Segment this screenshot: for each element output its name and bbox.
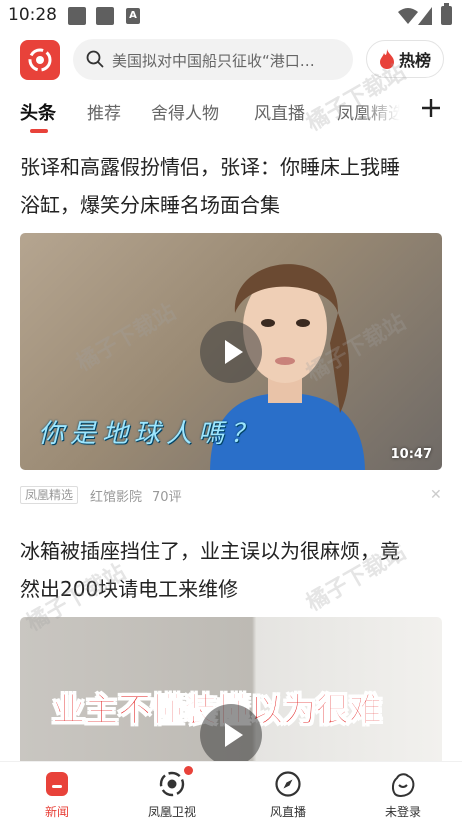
nav-live[interactable]: 风直播: [243, 762, 333, 823]
wifi-icon: [398, 8, 418, 24]
nav-label: 风直播: [269, 805, 306, 819]
user-icon: [391, 773, 415, 798]
article-meta: 凤凰精选 红馆影院 70评: [20, 486, 182, 505]
notification-icon: [68, 7, 86, 25]
text-notification-icon: A: [126, 8, 140, 24]
phoenix-logo-icon[interactable]: [20, 40, 60, 80]
channel-tabs: 头条 推荐 舍得人物 风直播 凤凰精选: [0, 96, 462, 136]
status-bar: 10:28 A: [0, 0, 462, 32]
app-root: 10:28 A 美国拟对中国船只征收“港口… 热榜 头条 推荐 舍得人物 风直播…: [0, 0, 462, 823]
hot-list-button[interactable]: 热榜: [366, 40, 444, 78]
article-title[interactable]: 张译和高露假扮情侣，张译：你睡床上我睡 浴缸，爆笑分床睡名场面合集: [20, 148, 445, 224]
video-duration: 10:47: [390, 447, 432, 462]
nav-label: 新闻: [44, 805, 69, 819]
video-thumbnail[interactable]: 业主不懂装懂以为很难: [20, 617, 442, 767]
flame-icon: [379, 49, 394, 69]
phoenix-tv-icon: [159, 771, 185, 797]
tab-headlines[interactable]: 头条: [20, 99, 56, 125]
notification-icon: [96, 7, 114, 25]
news-icon: [46, 772, 68, 796]
nav-label: 凤凰卫视: [147, 805, 196, 819]
battery-icon: [441, 3, 452, 25]
comment-count: 70评: [152, 489, 182, 505]
signal-icon: [418, 7, 432, 25]
play-icon[interactable]: [200, 704, 262, 766]
status-time: 10:28: [8, 5, 57, 25]
tab-recommended[interactable]: 推荐: [87, 99, 121, 124]
notification-dot: [184, 766, 193, 775]
video-thumbnail[interactable]: 你是地球人嗎？ 10:47: [20, 233, 442, 470]
video-subtitle: 你是地球人嗎？: [38, 419, 263, 449]
nav-label: 未登录: [384, 805, 421, 819]
nav-phoenix-tv[interactable]: 凤凰卫视: [127, 762, 217, 823]
dismiss-icon[interactable]: ✕: [430, 487, 442, 503]
article-tag: 凤凰精选: [20, 486, 79, 504]
article-title-line: 张译和高露假扮情侣，张译：你睡床上我睡: [20, 155, 400, 179]
article-title-line: 然出200块请电工来维修: [20, 577, 239, 601]
hot-list-label: 热榜: [398, 51, 431, 70]
tab-live[interactable]: 风直播: [254, 99, 305, 124]
article-title-line: 浴缸，爆笑分床睡名场面合集: [20, 193, 280, 217]
article-title[interactable]: 冰箱被插座挡住了，业主误以为很麻烦，竟 然出200块请电工来维修: [20, 532, 445, 608]
nav-profile[interactable]: 未登录: [358, 762, 448, 823]
add-channel-icon[interactable]: [421, 98, 441, 118]
article-title-line: 冰箱被插座挡住了，业主误以为很麻烦，竟: [20, 539, 400, 563]
search-icon: [86, 50, 104, 68]
search-bar[interactable]: 美国拟对中国船只征收“港口…: [73, 39, 353, 80]
tab-people[interactable]: 舍得人物: [151, 99, 219, 124]
tabs-fade: [360, 96, 410, 132]
compass-icon: [275, 771, 301, 797]
play-icon[interactable]: [200, 320, 262, 383]
active-tab-indicator: [30, 129, 48, 133]
article-source[interactable]: 红馆影院: [90, 486, 142, 505]
search-placeholder: 美国拟对中国船只征收“港口…: [112, 52, 315, 70]
bottom-nav: 新闻 凤凰卫视 风直播 未登录: [0, 761, 462, 823]
nav-news[interactable]: 新闻: [12, 762, 102, 823]
top-header: 美国拟对中国船只征收“港口… 热榜: [0, 38, 462, 82]
